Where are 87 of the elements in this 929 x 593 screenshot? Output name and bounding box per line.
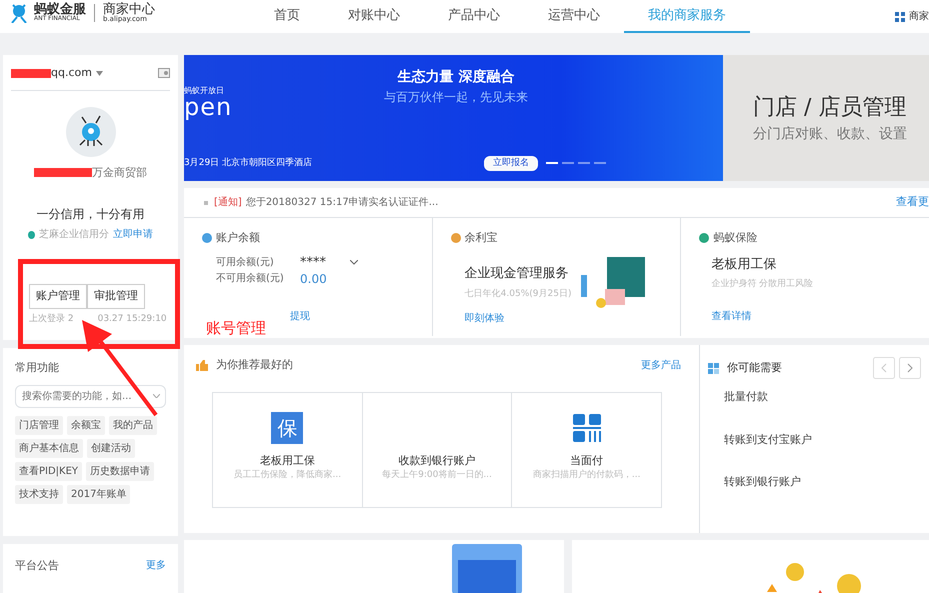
function-tag[interactable]: 历史数据申请 <box>86 462 154 480</box>
product-subtitle: 七日年化4.05%(9月25日) <box>464 288 572 300</box>
needs-link[interactable]: 批量付款 <box>724 389 921 406</box>
more-link[interactable]: 查看更 <box>896 194 929 211</box>
ant-avatar-icon <box>66 106 116 156</box>
apply-link[interactable]: 立即申请 <box>113 227 153 242</box>
slogan: 一分信用，十分有用 <box>36 206 144 223</box>
center-name: 商家中心 <box>103 2 155 16</box>
function-tag[interactable]: 技术支持 <box>15 484 63 504</box>
function-tag[interactable]: 创建活动 <box>87 438 135 458</box>
section-title: 你可能需要 <box>727 360 782 376</box>
last-login-text: 上次登录 2 <box>29 312 74 326</box>
brand-name: 蚂蚁金服 <box>34 3 86 16</box>
event-venue: 3月29日 北京市朝阳区四季酒店 <box>184 156 314 170</box>
register-button[interactable]: 立即报名 <box>484 156 538 171</box>
carousel-indicator[interactable] <box>546 162 558 164</box>
balance-value: **** <box>300 254 326 272</box>
product-name: 当面付 <box>570 452 604 468</box>
store-banner[interactable]: 门店 / 店员管理 分门店对账、收款、设置 <box>723 55 929 181</box>
needs-link[interactable]: 转账到支付宝账户 <box>724 432 921 448</box>
balance-label: 可用余额(元) <box>216 256 275 270</box>
grid-icon[interactable] <box>895 12 905 22</box>
banner-title: 生态力量 深度融合 <box>398 68 514 87</box>
detail-link[interactable]: 即刻体验 <box>450 310 662 326</box>
needs-link[interactable]: 转账到银行账户 <box>724 474 921 490</box>
banner-subtitle: 分门店对账、收款、设置 <box>753 125 908 144</box>
last-login-time: 03.27 15:29:10 <box>98 312 167 326</box>
section-title: 平台公告 <box>15 558 59 574</box>
redaction-block <box>11 68 51 78</box>
card-title: 蚂蚁保险 <box>713 230 758 246</box>
account-button[interactable]: 账户管理 <box>29 284 87 308</box>
function-tag[interactable]: 余额宝 <box>67 416 105 434</box>
safe-illustration-icon <box>579 254 648 310</box>
balance-value: 0.00 <box>300 270 327 288</box>
function-tag[interactable]: 我的产品 <box>109 416 157 434</box>
event-logo: pen <box>184 95 234 119</box>
function-tag[interactable]: 商户基本信息 <box>15 438 83 458</box>
event-brand: 蚂蚁开放日 <box>184 87 225 95</box>
product-subtitle: 企业护身符 分散用工风险 <box>711 278 814 291</box>
detail-link[interactable]: 查看详情 <box>699 309 912 324</box>
product-title: 老板用工保 <box>711 256 778 274</box>
thumbs-up-icon <box>196 360 208 371</box>
bullet-icon <box>204 200 208 204</box>
account-email[interactable]: qq.com <box>51 65 92 82</box>
chevron-down-icon[interactable] <box>350 260 358 265</box>
nav-tab[interactable]: 运营中心 <box>524 0 624 33</box>
next-icon[interactable] <box>899 357 921 379</box>
search-field[interactable]: 搜索你需要的功能，如... <box>15 384 166 408</box>
notice-tag: [通知] <box>214 195 242 210</box>
product-name: 老板用工保 <box>260 452 315 468</box>
section-title: 为你推荐最好的 <box>216 357 293 373</box>
card-icon[interactable] <box>158 68 170 78</box>
balance-label: 不可用余额(元) <box>216 272 285 286</box>
nav-tab[interactable]: 对账中心 <box>324 0 424 33</box>
merchant-name: 万金商贸部 <box>92 164 147 180</box>
function-tag[interactable]: 2017年账单 <box>67 484 130 504</box>
section-title: 常用功能 <box>15 360 60 376</box>
nav-tab[interactable]: 产品中心 <box>424 0 524 33</box>
event-banner[interactable]: 蚂蚁开放日 pen 生态力量 深度融合 与百万伙伴一起，先见未来 3月29日 北京市朝阳区四季酒店 立即报名 <box>184 55 723 181</box>
merchant-link[interactable]: 商家 <box>909 9 929 24</box>
banner-title: 门店 / 店员管理 <box>753 94 908 122</box>
product-tile[interactable]: 保 老板用工保 员工工伤保险，降低商家... <box>213 392 363 506</box>
notice-text: 您于20180327 15:17申请实名认证证件... <box>246 196 438 210</box>
screen-illustration-icon <box>452 544 522 593</box>
insurance-icon: 保 <box>271 412 304 444</box>
credit-label: 芝麻企业信用分 <box>39 228 109 242</box>
banner-subtitle: 与百万伙伴一起，先见未来 <box>384 89 528 106</box>
product-name: 收款到银行账户 <box>398 452 476 468</box>
product-description: 商家扫描用户的付款码，... <box>532 469 640 482</box>
annotation-label: 账号管理 <box>206 318 266 339</box>
previous-icon[interactable] <box>873 357 895 379</box>
product-tile[interactable]: 当面付 商家扫描用户的付款码，... <box>512 392 662 506</box>
nav-tab[interactable]: 首页 <box>250 0 324 33</box>
apps-icon <box>708 362 719 374</box>
function-tag[interactable]: 门店管理 <box>15 416 63 434</box>
product-description: 员工工伤保险，降低商家... <box>234 469 342 482</box>
caret-icon[interactable] <box>96 70 103 76</box>
card-title: 账户余额 <box>216 230 260 246</box>
more-link[interactable]: 更多 <box>146 558 166 590</box>
redaction-block <box>34 168 92 178</box>
qr-code-icon <box>572 414 601 442</box>
account-button[interactable]: 审批管理 <box>87 284 145 308</box>
card-title: 余利宝 <box>464 230 498 246</box>
function-tag[interactable]: 查看PID|KEY <box>15 462 82 480</box>
product-title: 企业现金管理服务 <box>464 265 570 283</box>
withdraw-link[interactable]: 提现 <box>290 310 310 322</box>
more-link[interactable]: 更多产品 <box>641 358 681 373</box>
